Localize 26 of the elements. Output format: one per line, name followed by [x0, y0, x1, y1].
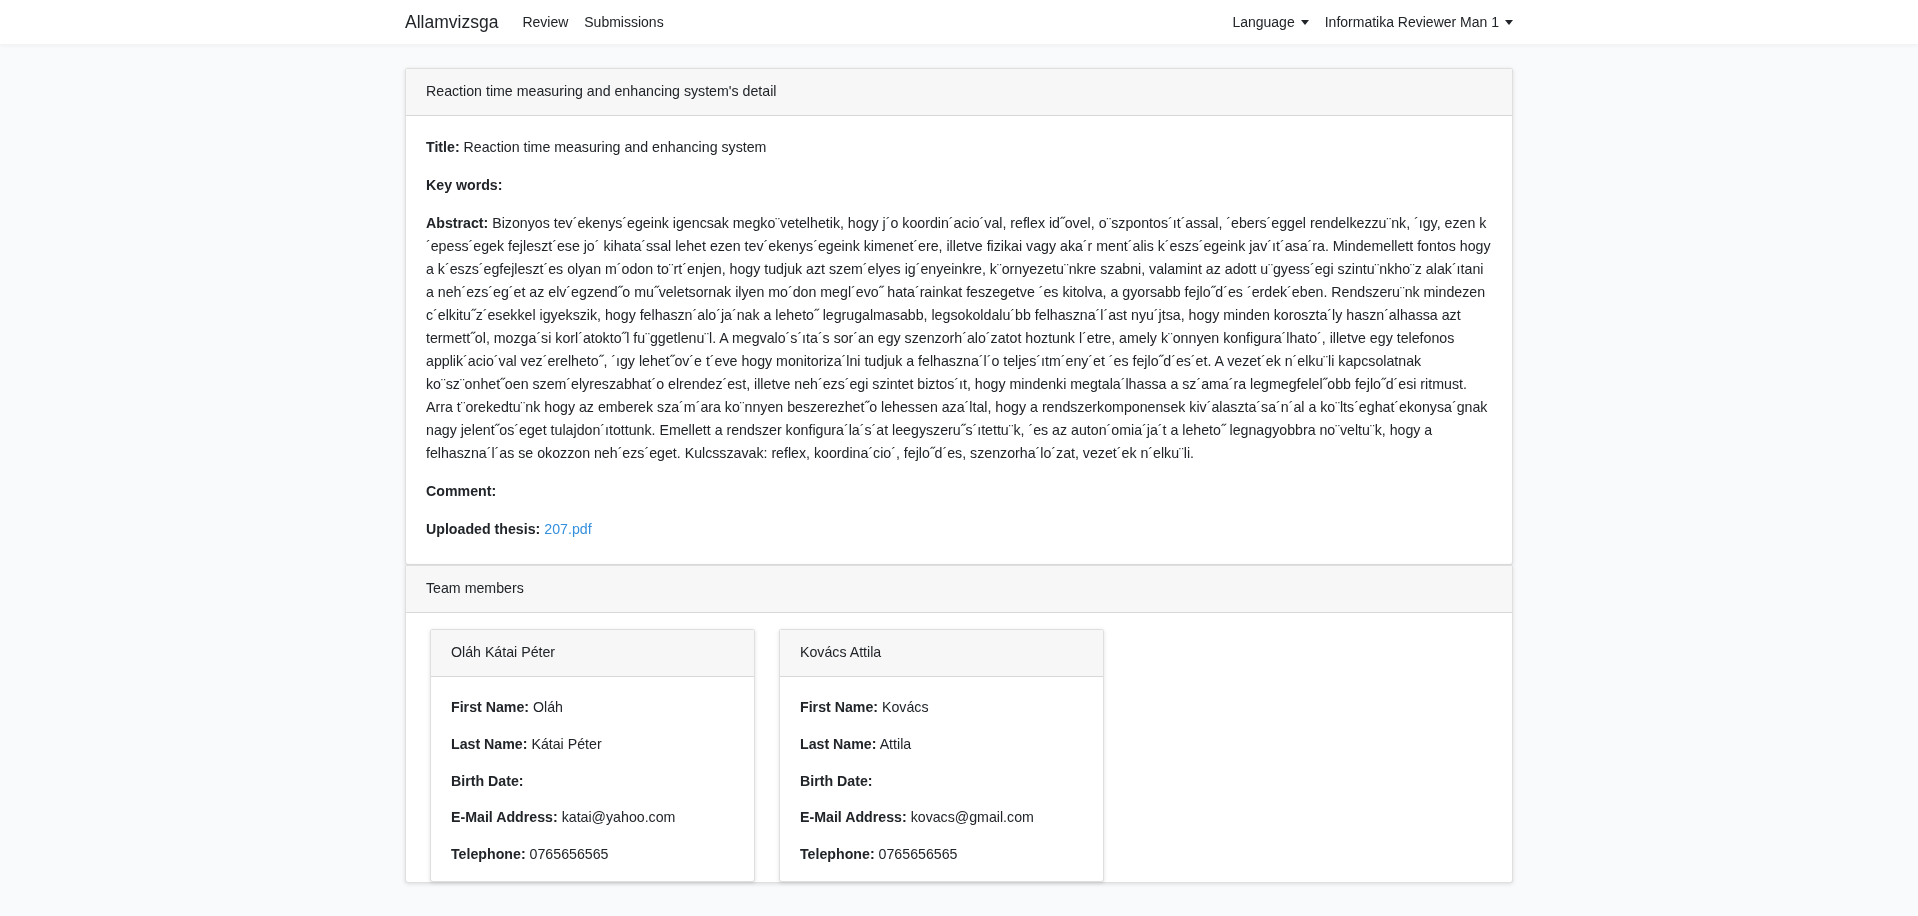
brand-link[interactable]: Allamvizsga: [405, 8, 499, 36]
field-text: E-Mail Address: katai@yahoo.com: [451, 808, 677, 828]
field-text: Birth Date:: [451, 771, 525, 791]
dropdown-toggle[interactable]: Language: [1232, 11, 1309, 33]
field-text: Key words:: [426, 176, 504, 195]
field-text: E-Mail Address: kovacs@gmail.com: [800, 808, 1035, 828]
field-text: Telephone: 0765656565: [451, 845, 610, 865]
member-name: Kovács Attila: [780, 630, 1103, 677]
field-text: Telephone: 0765656565: [800, 845, 959, 865]
nav-link[interactable]: Review: [522, 11, 569, 33]
field-label: Uploaded thesis:: [426, 521, 541, 537]
field-text: Last Name: Attila: [800, 734, 913, 754]
card-header: Team members: [406, 566, 1512, 613]
card-header: Reaction time measuring and enhancing system's detail: [406, 69, 1512, 116]
field-text: Comment:: [426, 482, 498, 501]
field-text: Title: Reaction time measuring and enhancing system: [426, 138, 768, 157]
member-name: Oláh Kátai Péter: [431, 630, 754, 677]
caret-icon: [1505, 20, 1513, 26]
dropdown-toggle[interactable]: Informatika Reviewer Man 1: [1324, 11, 1513, 33]
field-text: First Name: Oláh: [451, 698, 564, 717]
nav-link[interactable]: Submissions: [584, 11, 664, 33]
field-text: Last Name: Kátai Péter: [451, 734, 603, 754]
field-text: First Name: Kovács: [800, 698, 930, 717]
field-text: Birth Date:: [800, 771, 874, 791]
caret-icon: [1300, 20, 1309, 26]
field-text: Abstract: Bizonyos tev´ekenys´egeink igencsak megko¨vetelhetik, hogy j´o koordin´acio´val, reflex id˝ovel, o¨szpontos´ıt´assal, ´ebers´eggel rendelkezzu¨nk, ´ıgy, ezen k ´epess´egek fejleszt´ese jo´ kihata´ssal lehet ezen tev´ekenys´egeink kimenet´ere, illetve fizikai vagy aka´r ment´alis k´eszs´egeink jav´ıt´asa´ra. Mindemellett fontos hogy a k´eszs´egfejleszt´es olyan m´odon to¨rt´enjen, hogy tudjuk azt szem´elyes ig´enyeinkre, k¨ornyezetu¨nkre szabni, valamint az adott u¨gyess´egi szintu¨nkho¨z alak´ıtani a neh´ezs´eg´et az elv´egzend˝o mu˝veletsornak ilyen mo´don megl´evo˝ hata´rainkat feszegetve ´es kitolva, a gyorsabb fejlo˝d´es ´erdek´eben. Rendszeru¨nk mindezen c´elkitu˝z´esekkel igyekszik, hogy felhaszn´alo´ja´nak a leheto˝ legrugalmasabb, legsokoldalu´bb felhaszna´l´ast nyu´jtsa, hogy minden koroszta´ly haszn´alhassa azt termett˝ol, mozga´si korl´atokto˝l fu¨ggetlenu¨l. A megvalo´s´ıta´s sor´an egy szenzorh´alo´zatot hoztunk l´etre, amely k¨onnyen konfigura´lhato´, illetve egy telefonos applik´acio´val vez´erelheto˝, ´ıgy lehet˝ov´e t´eve hogy monitoriza´lni tudjuk a felhaszna´l´o teljes´ıtm´eny´et ´es fejlo˝d´es´et. A vezet´ek n´elku¨li kapcsolatnak ko¨sz¨onhet˝oen szem´elyreszabhat´o elrendez´est, illetve neh´ezs´egi szintet biztos´ıt, hogy mindenki megtala´lhassa a sz´ama´ra legmegfelel˝obb fejlo˝d´esi ritmust. Arra t¨orekedtu¨nk hogy az emberek sza´m´ara ko¨nnyen beszerezhet˝o lehessen aza´ltal, hogy a rendszerkomponensek kiv´alaszta´sa´n´al a ko¨lts´eghat´ekonysa´gnak nagy jelent˝os´eget tulajdon´ıtottunk. Emellett a rendszer konfigura´la´s´at leegyszeru˝s´ıtettu¨k, ´es az auton´omia´ja´t a leheto˝ legnagyobbra no¨veltu¨k, hogy a felhaszna´l´as se okozzon neh´ezs´eget. Kulcsszavak: reflex, koordina´cio´, fejlo˝d´es, szenzorha´lo´zat, vezet´ek n´elku¨li.: [426, 214, 1492, 463]
